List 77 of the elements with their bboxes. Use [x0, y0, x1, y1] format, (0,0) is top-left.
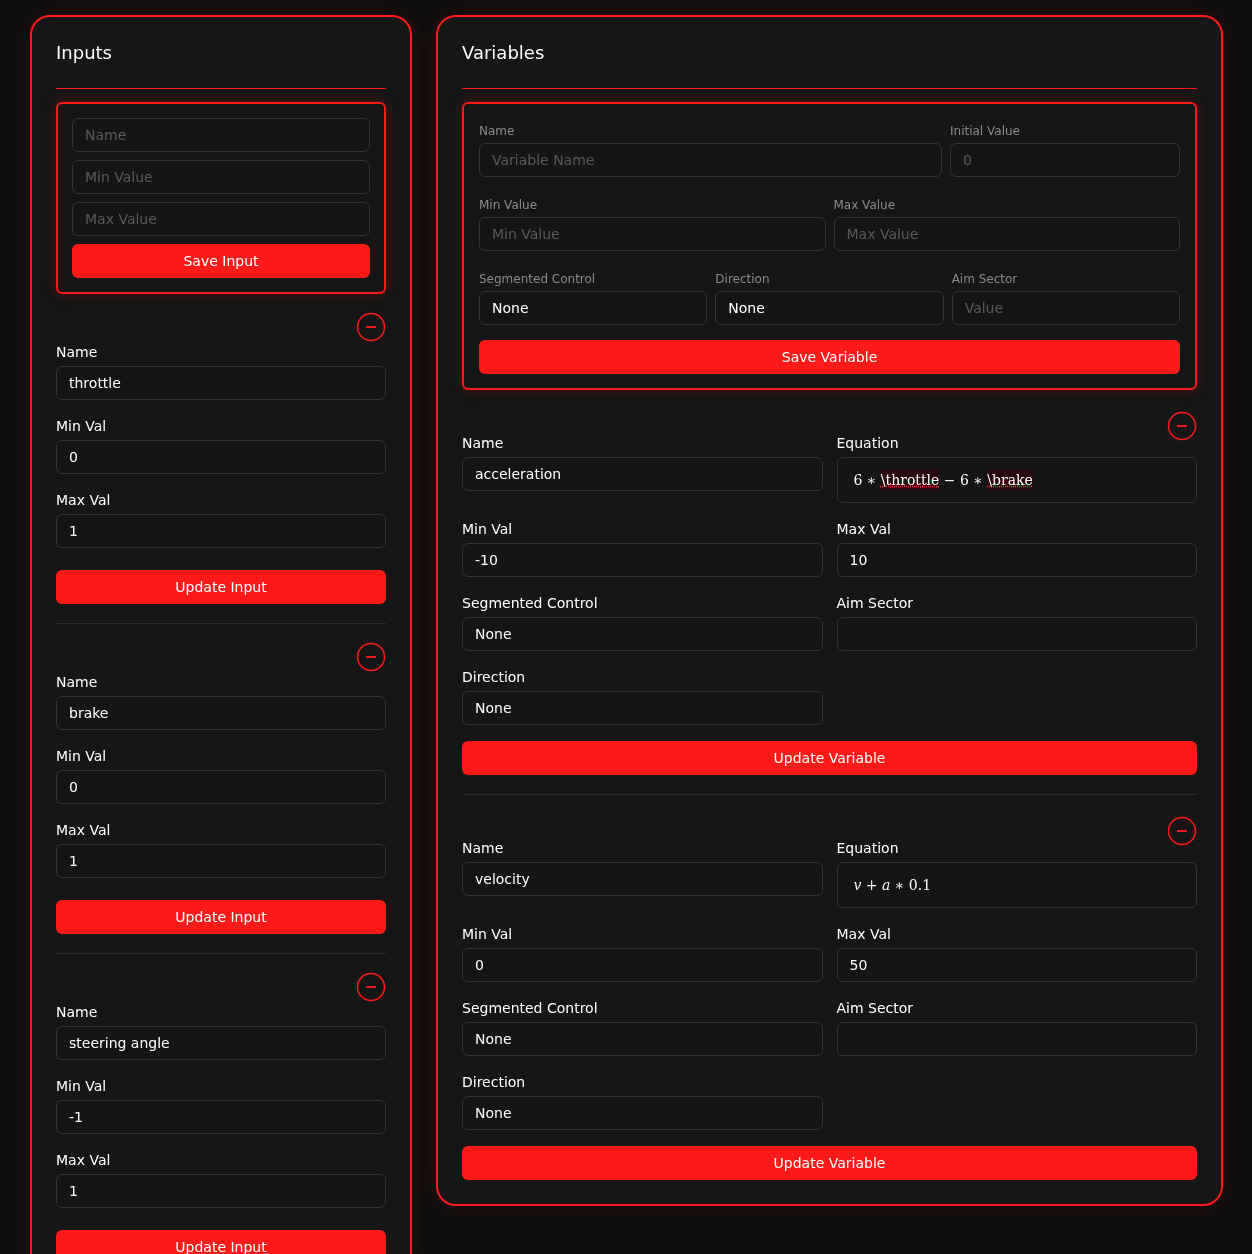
field-label: Direction — [462, 668, 527, 687]
field-label: Min Value — [479, 197, 539, 214]
remove-button[interactable] — [356, 312, 386, 342]
input-field[interactable]: acceleration — [462, 457, 823, 491]
input-field[interactable]: 0 — [462, 948, 823, 982]
field-label: Max Val — [836, 925, 892, 944]
input-field[interactable]: -10 — [462, 543, 823, 577]
field-label: Direction — [715, 271, 771, 288]
field-label: Name — [479, 123, 516, 140]
primary-button[interactable]: Save Variable — [479, 340, 1180, 374]
input-field[interactable]: Value — [951, 291, 1180, 325]
field-label: Max Val — [56, 821, 112, 840]
panel-title: Variables — [462, 41, 546, 65]
equation-field[interactable]: v + a ∗ 0.1 — [836, 862, 1197, 908]
field-label: Name — [56, 343, 99, 362]
panel-title: Inputs — [56, 41, 113, 65]
field-label: Aim Sector — [951, 271, 1019, 288]
input-field[interactable]: None — [715, 291, 944, 325]
field-label: Name — [56, 673, 99, 692]
input-field[interactable]: Variable Name — [479, 143, 942, 177]
input-field[interactable]: None — [462, 691, 823, 725]
input-field[interactable]: None — [479, 291, 708, 325]
field-label: Max Val — [836, 520, 892, 539]
field-label: Min Val — [56, 1077, 108, 1096]
field-label: Min Val — [462, 520, 514, 539]
field-label: Max Val — [56, 491, 112, 510]
input-field[interactable]: 0 — [950, 143, 1180, 177]
field-label: Equation — [836, 434, 900, 453]
field-label: Min Val — [462, 925, 514, 944]
field-label: Max Val — [56, 1151, 112, 1170]
equation-field[interactable]: 6 ∗ \throttle − 6 ∗ \brake — [836, 457, 1197, 503]
input-field[interactable]: brake — [56, 696, 386, 730]
input-field[interactable]: steering angle — [56, 1026, 386, 1060]
input-field[interactable]: 1 — [56, 1174, 386, 1208]
input-field[interactable]: Max Value — [833, 217, 1180, 251]
field-label: Max Value — [833, 197, 897, 214]
input-field[interactable]: Min Value — [479, 217, 826, 251]
primary-button[interactable]: Update Variable — [462, 741, 1197, 775]
input-field[interactable]: 10 — [836, 543, 1197, 577]
field-label: Segmented Control — [479, 271, 597, 288]
input-field[interactable]: 1 — [56, 514, 386, 548]
input-field[interactable]: Max Value — [72, 202, 370, 236]
field-label: Min Val — [56, 747, 108, 766]
input-field[interactable]: 0 — [56, 770, 386, 804]
primary-button[interactable]: Update Input — [56, 570, 386, 604]
input-field[interactable]: None — [462, 1096, 823, 1130]
field-label: Name — [56, 1003, 99, 1022]
field-label: Direction — [462, 1073, 527, 1092]
input-field[interactable] — [836, 617, 1197, 651]
input-field[interactable] — [836, 1022, 1197, 1056]
primary-button[interactable]: Update Input — [56, 1230, 386, 1254]
field-label: Segmented Control — [462, 999, 599, 1018]
field-label: Min Val — [56, 417, 108, 436]
field-label: Name — [462, 839, 505, 858]
field-label: Aim Sector — [836, 594, 915, 613]
primary-button[interactable]: Save Input — [72, 244, 370, 278]
remove-button[interactable] — [356, 642, 386, 672]
field-label: Segmented Control — [462, 594, 599, 613]
input-field[interactable]: 50 — [836, 948, 1197, 982]
input-field[interactable]: 0 — [56, 440, 386, 474]
input-field[interactable]: throttle — [56, 366, 386, 400]
primary-button[interactable]: Update Input — [56, 900, 386, 934]
field-label: Aim Sector — [836, 999, 915, 1018]
input-field[interactable]: velocity — [462, 862, 823, 896]
field-label: Name — [462, 434, 505, 453]
input-field[interactable]: -1 — [56, 1100, 386, 1134]
remove-button[interactable] — [1167, 411, 1197, 441]
primary-button[interactable]: Update Variable — [462, 1146, 1197, 1180]
input-field[interactable]: Min Value — [72, 160, 370, 194]
remove-button[interactable] — [1167, 816, 1197, 846]
field-label: Initial Value — [950, 123, 1021, 140]
input-field[interactable]: None — [462, 617, 823, 651]
input-field[interactable]: 1 — [56, 844, 386, 878]
input-field[interactable]: None — [462, 1022, 823, 1056]
input-field[interactable]: Name — [72, 118, 370, 152]
field-label: Equation — [836, 839, 900, 858]
remove-button[interactable] — [356, 972, 386, 1002]
